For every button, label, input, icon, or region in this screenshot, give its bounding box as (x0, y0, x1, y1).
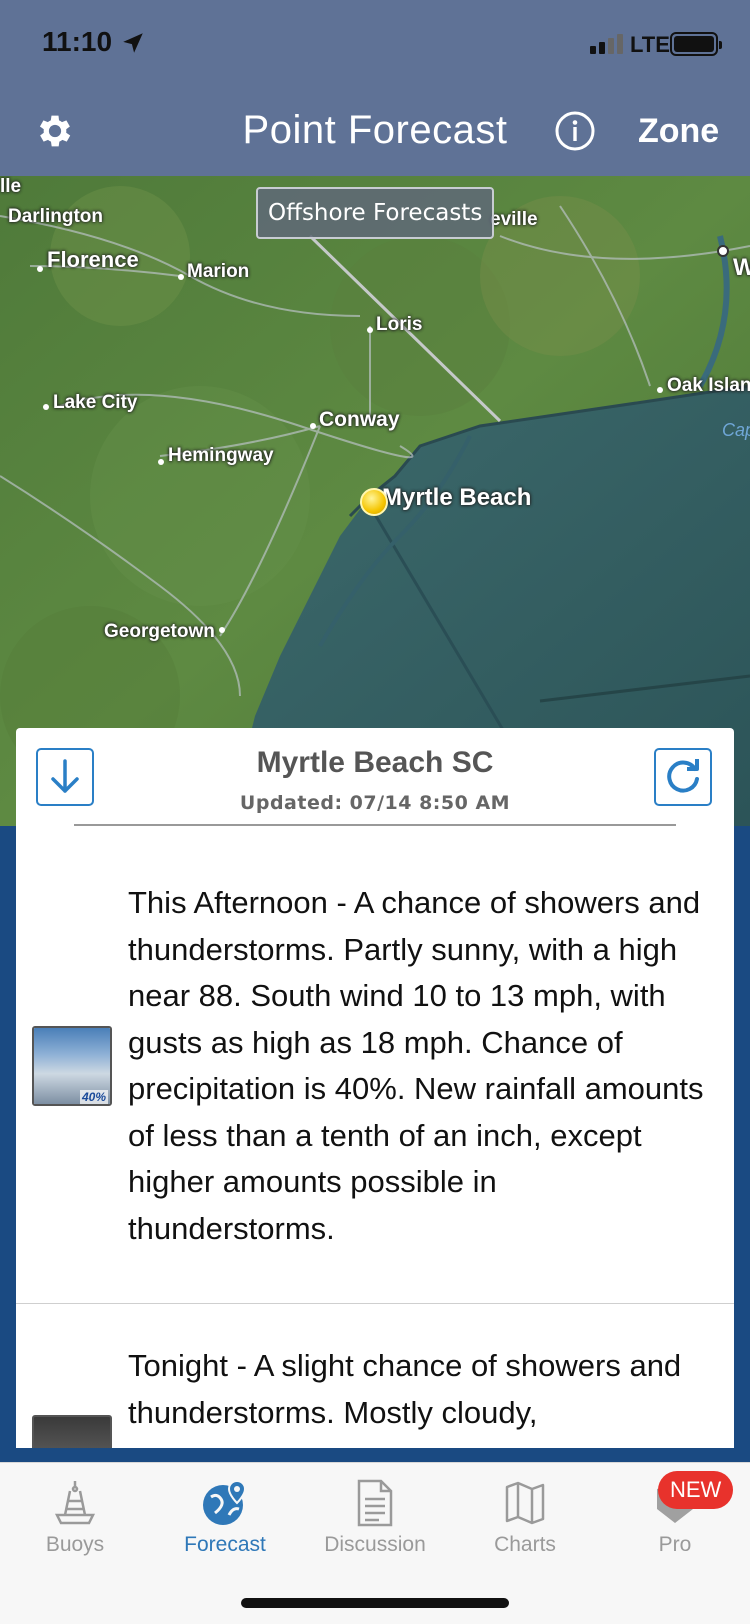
map-label-ille: lle (0, 176, 22, 197)
night-cloudy-icon (32, 1415, 112, 1448)
map-label-lake-city: Lake City (53, 392, 138, 413)
tab-buoys[interactable]: Buoys (0, 1479, 150, 1557)
globe-pin-icon (203, 1479, 247, 1525)
tab-label: Forecast (184, 1533, 266, 1556)
forecast-item[interactable]: Tonight - A slight chance of showers and… (16, 1305, 734, 1448)
forecast-text: Tonight - A slight chance of showers and… (128, 1348, 682, 1430)
document-icon (357, 1479, 393, 1527)
forecast-item[interactable]: 40% This Afternoon - A chance of showers… (16, 830, 734, 1304)
map-label-conway: Conway (319, 408, 400, 431)
network-type: LTE (630, 32, 670, 57)
location-arrow-icon (123, 33, 143, 53)
battery-icon (670, 32, 722, 56)
info-icon[interactable] (554, 110, 596, 152)
divider (74, 824, 676, 826)
status-time: 11:10 (42, 26, 113, 57)
tab-label: Buoys (45, 1533, 105, 1556)
map-label-darlington: Darlington (8, 206, 103, 227)
signal-icon (590, 34, 623, 54)
offshore-forecasts-button[interactable]: Offshore Forecasts (256, 187, 495, 239)
tab-label: Pro (658, 1533, 692, 1556)
forecast-list[interactable]: 40% This Afternoon - A chance of showers… (16, 830, 734, 1448)
top-bar: 11:10 LTE Point Forecast Zone (0, 0, 750, 176)
refresh-button[interactable] (654, 748, 712, 806)
tab-label: Discussion (324, 1533, 426, 1556)
map-label-myrtle-beach: Myrtle Beach (382, 484, 532, 511)
map-label-oak-island: Oak Islan (667, 375, 750, 396)
location-card: Myrtle Beach SC Updated: 07/14 8:50 AM (16, 728, 734, 830)
map-label-eville: eville (490, 209, 538, 230)
precip-chance-badge: 40% (79, 1090, 108, 1104)
new-badge: NEW (658, 1471, 734, 1509)
tab-forecast[interactable]: Forecast (150, 1479, 300, 1557)
map-label-hemingway: Hemingway (168, 445, 274, 466)
updated-time: Updated: 07/14 8:50 AM (239, 792, 511, 814)
map-label-georgetown: Georgetown (104, 621, 215, 642)
partly-cloudy-tstorm-icon: 40% (32, 1026, 112, 1106)
map-label-loris: Loris (376, 314, 423, 335)
tab-discussion[interactable]: Discussion (300, 1479, 450, 1557)
buoy-icon (54, 1481, 96, 1525)
map-label-w: W (733, 254, 750, 281)
map-label-cap: Cap (722, 420, 750, 440)
tab-charts[interactable]: Charts (450, 1479, 600, 1557)
forecast-text: This Afternoon - A chance of showers and… (128, 885, 704, 1246)
location-name: Myrtle Beach SC (256, 746, 494, 779)
home-indicator (241, 1598, 509, 1608)
map-label-florence: Florence (47, 247, 139, 272)
tab-label: Charts (494, 1533, 556, 1556)
map-icon (505, 1481, 545, 1525)
location-marker[interactable] (360, 488, 388, 516)
refresh-icon (667, 759, 699, 793)
zone-button[interactable]: Zone (638, 112, 719, 151)
map-label-marion: Marion (187, 261, 250, 282)
